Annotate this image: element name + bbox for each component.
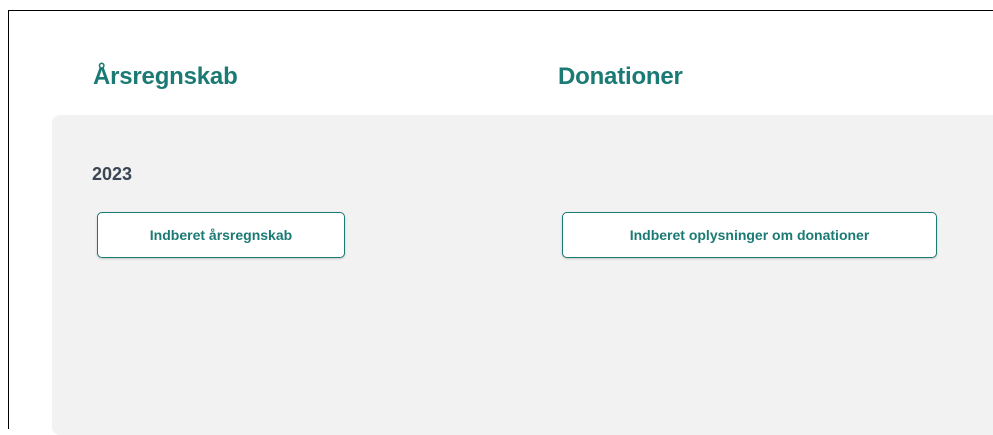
indberet-donationer-button[interactable]: Indberet oplysninger om donationer	[562, 212, 937, 258]
arsregnskab-heading: Årsregnskab	[93, 63, 238, 90]
year-label: 2023	[92, 164, 133, 184]
page-frame: Årsregnskab Donationer 2023 Indberet års…	[8, 10, 993, 435]
indberet-arsregnskab-button[interactable]: Indberet årsregnskab	[97, 212, 345, 258]
donationer-heading: Donationer	[558, 63, 683, 90]
reporting-panel: 2023 Indberet årsregnskab Indberet oplys…	[52, 115, 993, 435]
